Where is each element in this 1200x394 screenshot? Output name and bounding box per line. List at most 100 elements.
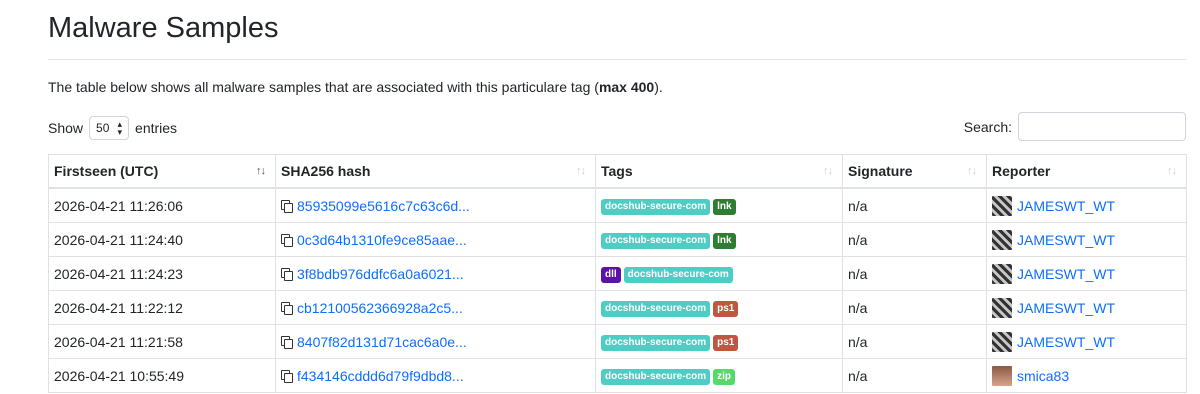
- entries-select-value: 50: [96, 121, 110, 135]
- column-header-reporter[interactable]: Reporter ↑↓: [986, 154, 1187, 189]
- copy-icon[interactable]: [281, 233, 293, 247]
- sha256-cell: 8407f82d131d71cac6a0e...: [275, 324, 596, 359]
- firstseen-cell: 2026-04-21 10:55:49: [48, 358, 276, 393]
- entries-label: entries: [135, 120, 178, 136]
- table-row: 2026-04-21 11:24:23 3f8bdb976ddfc6a0a6021…: [48, 256, 1187, 291]
- sort-icon: ↑↓: [576, 165, 586, 177]
- tag-badge[interactable]: ps1: [713, 334, 739, 351]
- sha256-cell: cb12100562366928a2c5...: [275, 290, 596, 325]
- reporter-link[interactable]: JAMESWT_WT: [1017, 232, 1115, 248]
- sha256-link[interactable]: 85935099e5616c7c63c6d...: [297, 198, 470, 214]
- tags-cell: docshub-secure-com ps1: [595, 290, 843, 325]
- tags-cell: dll docshub-secure-com: [595, 256, 843, 291]
- signature-cell: n/a: [842, 324, 987, 359]
- firstseen-cell: 2026-04-21 11:21:58: [48, 324, 276, 359]
- tag-badge[interactable]: zip: [713, 368, 736, 385]
- table-row: 2026-04-21 11:22:12 cb12100562366928a2c5.…: [48, 290, 1187, 325]
- search-control: Search:: [964, 112, 1186, 141]
- sort-icon: ↑↓: [823, 165, 833, 177]
- table-row: 2026-04-21 11:24:40 0c3d64b1310fe9ce85aae…: [48, 222, 1187, 257]
- intro-text: The table below shows all malware sample…: [48, 78, 663, 96]
- column-header-tags[interactable]: Tags ↑↓: [595, 154, 843, 189]
- page-title: Malware Samples: [48, 12, 279, 44]
- sha256-link[interactable]: 3f8bdb976ddfc6a0a6021...: [297, 266, 464, 282]
- tags-cell: docshub-secure-com lnk: [595, 187, 843, 223]
- copy-icon[interactable]: [281, 267, 293, 281]
- table-row: 2026-04-21 11:21:58 8407f82d131d71cac6a0e…: [48, 324, 1187, 359]
- sort-icon: ↑↓: [256, 165, 266, 177]
- sha256-link[interactable]: 0c3d64b1310fe9ce85aae...: [297, 232, 467, 248]
- column-header-label: Reporter: [992, 163, 1051, 179]
- tag-badge[interactable]: docshub-secure-com: [601, 232, 711, 249]
- column-header-label: Firstseen (UTC): [54, 163, 159, 179]
- reporter-link[interactable]: JAMESWT_WT: [1017, 266, 1115, 282]
- copy-icon[interactable]: [281, 335, 293, 349]
- reporter-avatar: [992, 365, 1012, 386]
- reporter-avatar: [992, 229, 1012, 250]
- malware-samples-table: Firstseen (UTC) ↑↓ SHA256 hash ↑↓ Tags ↑↓ S…: [48, 154, 1187, 393]
- firstseen-cell: 2026-04-21 11:24:23: [48, 256, 276, 291]
- tags-cell: docshub-secure-com ps1: [595, 324, 843, 359]
- reporter-cell: JAMESWT_WT: [986, 290, 1187, 325]
- reporter-link[interactable]: JAMESWT_WT: [1017, 198, 1115, 214]
- intro-end-text: ).: [654, 79, 663, 95]
- reporter-avatar: [992, 195, 1012, 216]
- search-label: Search:: [963, 118, 1012, 135]
- firstseen-cell: 2026-04-21 11:26:06: [48, 187, 276, 223]
- column-header-label: SHA256 hash: [281, 163, 371, 179]
- title-divider: [48, 59, 1186, 60]
- tag-badge[interactable]: docshub-secure-com: [623, 266, 733, 283]
- reporter-avatar: [992, 331, 1012, 352]
- tag-badge[interactable]: lnk: [713, 198, 736, 215]
- sha256-cell: 3f8bdb976ddfc6a0a6021...: [275, 256, 596, 291]
- signature-cell: n/a: [842, 222, 987, 257]
- search-input[interactable]: [1018, 112, 1186, 141]
- table-body: 2026-04-21 11:26:06 85935099e5616c7c63c6d…: [48, 187, 1187, 393]
- reporter-cell: JAMESWT_WT: [986, 222, 1187, 257]
- tag-badge[interactable]: lnk: [713, 232, 736, 249]
- firstseen-cell: 2026-04-21 11:24:40: [48, 222, 276, 257]
- reporter-link[interactable]: JAMESWT_WT: [1017, 300, 1115, 316]
- sha256-cell: 0c3d64b1310fe9ce85aae...: [275, 222, 596, 257]
- table-row: 2026-04-21 10:55:49 f434146cddd6d79f9dbd8…: [48, 358, 1187, 393]
- tag-badge[interactable]: docshub-secure-com: [601, 368, 711, 385]
- reporter-link[interactable]: JAMESWT_WT: [1017, 334, 1115, 350]
- tag-badge[interactable]: ps1: [713, 300, 739, 317]
- tag-badge[interactable]: dll: [601, 266, 621, 283]
- intro-main-text: The table below shows all malware sample…: [48, 79, 599, 95]
- tag-badge[interactable]: docshub-secure-com: [601, 334, 711, 351]
- show-label: Show: [48, 120, 84, 136]
- column-header-label: Signature: [848, 163, 913, 179]
- reporter-cell: JAMESWT_WT: [986, 187, 1187, 223]
- signature-cell: n/a: [842, 358, 987, 393]
- sort-icon: ↑↓: [1167, 165, 1177, 177]
- firstseen-cell: 2026-04-21 11:22:12: [48, 290, 276, 325]
- copy-icon[interactable]: [281, 369, 293, 383]
- reporter-cell: JAMESWT_WT: [986, 324, 1187, 359]
- column-header-firstseen[interactable]: Firstseen (UTC) ↑↓: [48, 154, 276, 189]
- copy-icon[interactable]: [281, 301, 293, 315]
- column-header-sha256[interactable]: SHA256 hash ↑↓: [275, 154, 596, 189]
- entries-select[interactable]: 50 ▴ ▾: [89, 116, 130, 140]
- sha256-cell: 85935099e5616c7c63c6d...: [275, 187, 596, 223]
- table-header-row: Firstseen (UTC) ↑↓ SHA256 hash ↑↓ Tags ↑↓ S…: [48, 154, 1187, 189]
- reporter-avatar: [992, 263, 1012, 284]
- tag-badge[interactable]: docshub-secure-com: [601, 198, 711, 215]
- column-header-label: Tags: [601, 163, 633, 179]
- signature-cell: n/a: [842, 256, 987, 291]
- tags-cell: docshub-secure-com lnk: [595, 222, 843, 257]
- column-header-signature[interactable]: Signature ↑↓: [842, 154, 987, 189]
- signature-cell: n/a: [842, 290, 987, 325]
- reporter-cell: smica83: [986, 358, 1187, 393]
- reporter-link[interactable]: smica83: [1017, 368, 1069, 384]
- sha256-link[interactable]: cb12100562366928a2c5...: [297, 300, 463, 316]
- copy-icon[interactable]: [281, 199, 293, 213]
- tag-badge[interactable]: docshub-secure-com: [601, 300, 711, 317]
- entries-length-control: Show 50 ▴ ▾ entries: [48, 116, 177, 140]
- sha256-cell: f434146cddd6d79f9dbd8...: [275, 358, 596, 393]
- sha256-link[interactable]: f434146cddd6d79f9dbd8...: [297, 368, 464, 384]
- updown-icon: ▴ ▾: [117, 119, 123, 137]
- table-row: 2026-04-21 11:26:06 85935099e5616c7c63c6d…: [48, 187, 1187, 223]
- sha256-link[interactable]: 8407f82d131d71cac6a0e...: [297, 334, 467, 350]
- tags-cell: docshub-secure-com zip: [595, 358, 843, 393]
